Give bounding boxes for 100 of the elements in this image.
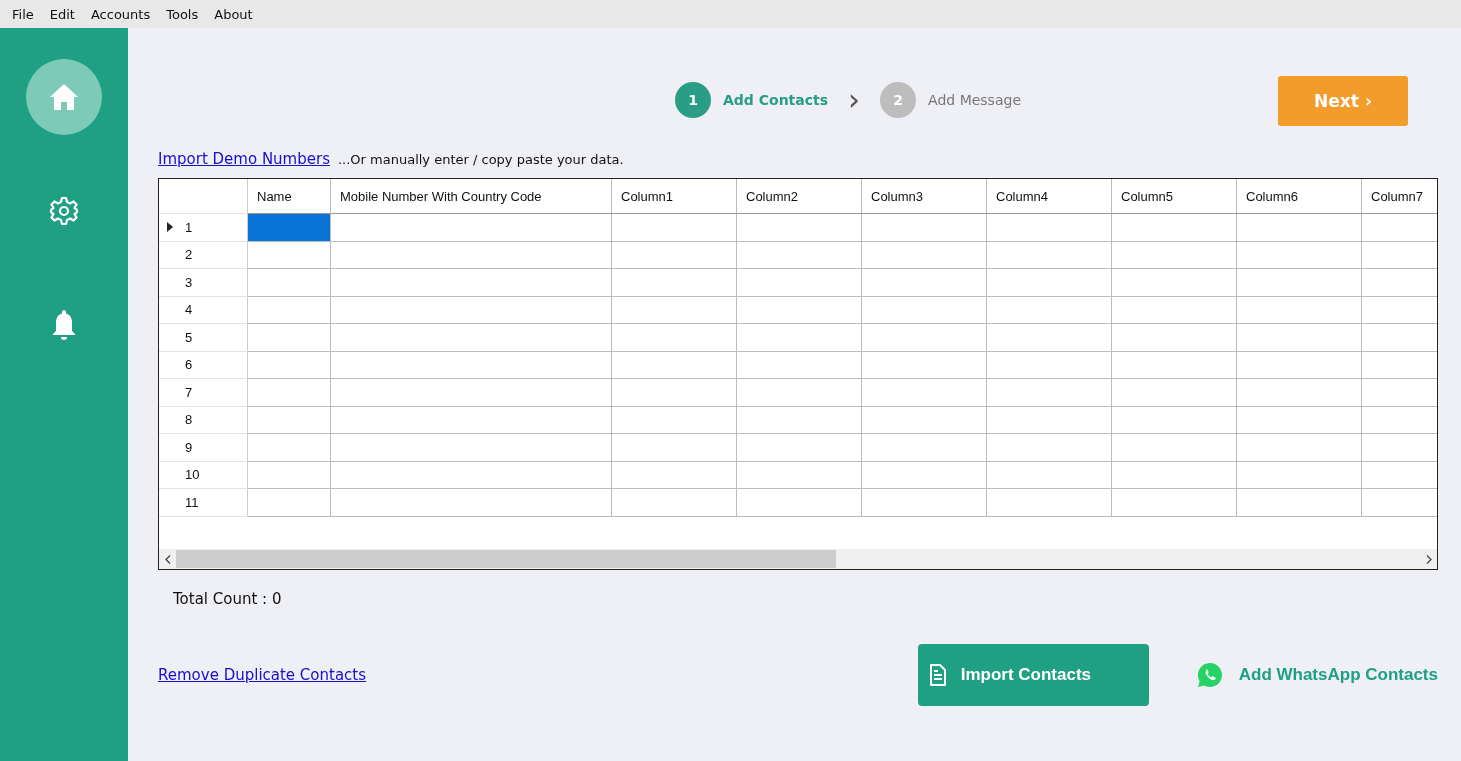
table-cell[interactable] bbox=[612, 214, 737, 242]
table-cell[interactable] bbox=[612, 269, 737, 297]
table-cell[interactable] bbox=[248, 296, 331, 324]
table-cell[interactable] bbox=[1237, 296, 1362, 324]
table-cell[interactable] bbox=[862, 214, 987, 242]
column-header[interactable]: Column2 bbox=[737, 179, 862, 214]
table-cell[interactable] bbox=[737, 269, 862, 297]
table-cell[interactable] bbox=[248, 351, 331, 379]
table-cell[interactable] bbox=[987, 461, 1112, 489]
scrollbar-thumb[interactable] bbox=[176, 550, 836, 568]
column-header[interactable]: Column7 bbox=[1362, 179, 1437, 214]
table-cell[interactable] bbox=[1237, 461, 1362, 489]
table-cell[interactable] bbox=[1112, 379, 1237, 407]
table-cell[interactable] bbox=[737, 324, 862, 352]
column-header[interactable]: Column3 bbox=[862, 179, 987, 214]
table-cell[interactable] bbox=[1112, 489, 1237, 517]
table-cell[interactable] bbox=[737, 489, 862, 517]
table-cell[interactable] bbox=[862, 269, 987, 297]
table-cell[interactable] bbox=[248, 406, 331, 434]
table-cell[interactable] bbox=[862, 351, 987, 379]
table-cell[interactable] bbox=[331, 296, 612, 324]
table-cell[interactable] bbox=[1112, 296, 1237, 324]
table-cell[interactable] bbox=[1237, 489, 1362, 517]
table-cell[interactable] bbox=[331, 324, 612, 352]
table-cell[interactable] bbox=[862, 379, 987, 407]
table-cell[interactable] bbox=[987, 241, 1112, 269]
table-cell[interactable] bbox=[862, 461, 987, 489]
menu-item[interactable]: Edit bbox=[41, 6, 83, 22]
table-cell[interactable] bbox=[612, 241, 737, 269]
table-cell[interactable] bbox=[862, 241, 987, 269]
table-cell[interactable] bbox=[1237, 379, 1362, 407]
table-cell[interactable] bbox=[1112, 269, 1237, 297]
table-cell[interactable] bbox=[612, 434, 737, 462]
table-cell[interactable] bbox=[1112, 434, 1237, 462]
import-demo-numbers-link[interactable]: Import Demo Numbers bbox=[158, 150, 330, 168]
table-cell[interactable] bbox=[248, 324, 331, 352]
table-cell[interactable] bbox=[1237, 406, 1362, 434]
table-cell[interactable] bbox=[737, 434, 862, 462]
table-cell[interactable] bbox=[1112, 351, 1237, 379]
table-cell[interactable] bbox=[331, 406, 612, 434]
table-cell[interactable] bbox=[862, 489, 987, 517]
table-cell[interactable] bbox=[862, 434, 987, 462]
table-cell[interactable] bbox=[248, 379, 331, 407]
table-cell[interactable] bbox=[248, 461, 331, 489]
table-cell[interactable] bbox=[612, 406, 737, 434]
table-cell[interactable] bbox=[612, 379, 737, 407]
menu-item[interactable]: Accounts bbox=[82, 6, 159, 22]
table-cell[interactable] bbox=[737, 406, 862, 434]
corner-header-cell[interactable] bbox=[159, 179, 248, 214]
table-cell[interactable] bbox=[248, 269, 331, 297]
table-cell[interactable] bbox=[1237, 434, 1362, 462]
table-cell[interactable] bbox=[331, 461, 612, 489]
table-cell[interactable] bbox=[331, 489, 612, 517]
table-cell[interactable] bbox=[737, 379, 862, 407]
table-cell[interactable] bbox=[1237, 324, 1362, 352]
column-header[interactable]: Column5 bbox=[1112, 179, 1237, 214]
table-cell[interactable] bbox=[987, 406, 1112, 434]
table-cell[interactable] bbox=[612, 461, 737, 489]
horizontal-scrollbar[interactable] bbox=[159, 548, 1437, 569]
table-cell[interactable] bbox=[612, 489, 737, 517]
table-cell[interactable] bbox=[331, 241, 612, 269]
table-cell[interactable] bbox=[1112, 461, 1237, 489]
table-cell[interactable] bbox=[987, 351, 1112, 379]
table-cell[interactable] bbox=[862, 324, 987, 352]
table-cell[interactable] bbox=[1237, 269, 1362, 297]
table-cell[interactable] bbox=[737, 214, 862, 242]
table-cell[interactable] bbox=[331, 434, 612, 462]
table-cell[interactable] bbox=[987, 379, 1112, 407]
table-cell[interactable] bbox=[987, 214, 1112, 242]
table-cell[interactable] bbox=[248, 214, 331, 242]
table-cell[interactable] bbox=[987, 489, 1112, 517]
table-cell[interactable] bbox=[987, 269, 1112, 297]
table-cell[interactable] bbox=[331, 379, 612, 407]
column-header[interactable]: Mobile Number With Country Code bbox=[331, 179, 612, 214]
table-cell[interactable] bbox=[1112, 241, 1237, 269]
table-cell[interactable] bbox=[987, 296, 1112, 324]
column-header[interactable]: Column1 bbox=[612, 179, 737, 214]
table-cell[interactable] bbox=[987, 434, 1112, 462]
table-cell[interactable] bbox=[862, 296, 987, 324]
column-header[interactable]: Column6 bbox=[1237, 179, 1362, 214]
menu-item[interactable]: File bbox=[4, 6, 42, 22]
table-cell[interactable] bbox=[331, 269, 612, 297]
table-cell[interactable] bbox=[1112, 214, 1237, 242]
table-cell[interactable] bbox=[737, 351, 862, 379]
remove-duplicates-link[interactable]: Remove Duplicate Contacts bbox=[158, 666, 367, 684]
table-cell[interactable] bbox=[1237, 241, 1362, 269]
table-cell[interactable] bbox=[331, 351, 612, 379]
table-cell[interactable] bbox=[612, 324, 737, 352]
table-cell[interactable] bbox=[1112, 324, 1237, 352]
table-cell[interactable] bbox=[1237, 214, 1362, 242]
table-cell[interactable] bbox=[248, 489, 331, 517]
table-cell[interactable] bbox=[1112, 406, 1237, 434]
menu-item[interactable]: Tools bbox=[158, 6, 207, 22]
table-cell[interactable] bbox=[737, 241, 862, 269]
table-cell[interactable] bbox=[987, 324, 1112, 352]
table-cell[interactable] bbox=[737, 461, 862, 489]
table-cell[interactable] bbox=[248, 241, 331, 269]
table-cell[interactable] bbox=[612, 296, 737, 324]
table-cell[interactable] bbox=[862, 406, 987, 434]
table-cell[interactable] bbox=[612, 351, 737, 379]
